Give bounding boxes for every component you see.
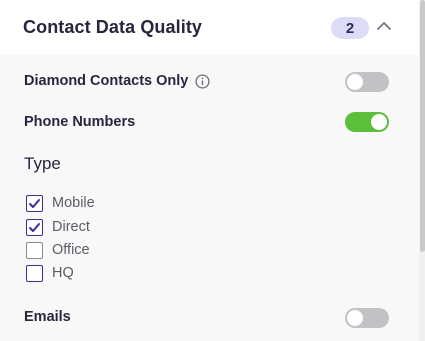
chevron-up-icon[interactable] — [376, 20, 392, 32]
hq-label: HQ — [52, 265, 74, 281]
type-option-hq[interactable]: HQ — [26, 264, 74, 282]
type-option-office[interactable]: Office — [26, 241, 90, 259]
check-icon — [29, 198, 40, 208]
direct-label: Direct — [52, 219, 90, 235]
type-option-mobile[interactable]: Mobile — [26, 194, 95, 212]
type-section-title: Type — [24, 154, 61, 173]
direct-checkbox[interactable] — [26, 218, 43, 236]
info-icon[interactable] — [195, 74, 210, 89]
emails-label: Emails — [24, 309, 71, 325]
section-header[interactable]: Contact Data Quality 2 — [0, 0, 419, 55]
hq-checkbox[interactable] — [26, 264, 43, 282]
type-option-direct[interactable]: Direct — [26, 218, 90, 236]
phone-numbers-toggle[interactable] — [345, 112, 389, 132]
scrollbar-thumb[interactable] — [420, 0, 425, 252]
phone-numbers-label: Phone Numbers — [24, 114, 136, 130]
section-title: Contact Data Quality — [23, 17, 203, 37]
office-checkbox[interactable] — [26, 241, 43, 259]
toggle-knob — [371, 114, 387, 130]
contact-data-quality-panel: Contact Data Quality 2 Diamond Contacts … — [0, 0, 425, 341]
check-icon — [29, 222, 40, 232]
office-label: Office — [52, 242, 90, 258]
emails-toggle[interactable] — [345, 308, 389, 328]
mobile-label: Mobile — [52, 195, 95, 211]
toggle-knob — [347, 74, 363, 90]
mobile-checkbox[interactable] — [26, 194, 43, 212]
diamond-contacts-toggle[interactable] — [345, 72, 389, 92]
selected-count-badge: 2 — [331, 17, 369, 39]
toggle-knob — [347, 310, 363, 326]
diamond-contacts-label: Diamond Contacts Only — [24, 73, 189, 89]
